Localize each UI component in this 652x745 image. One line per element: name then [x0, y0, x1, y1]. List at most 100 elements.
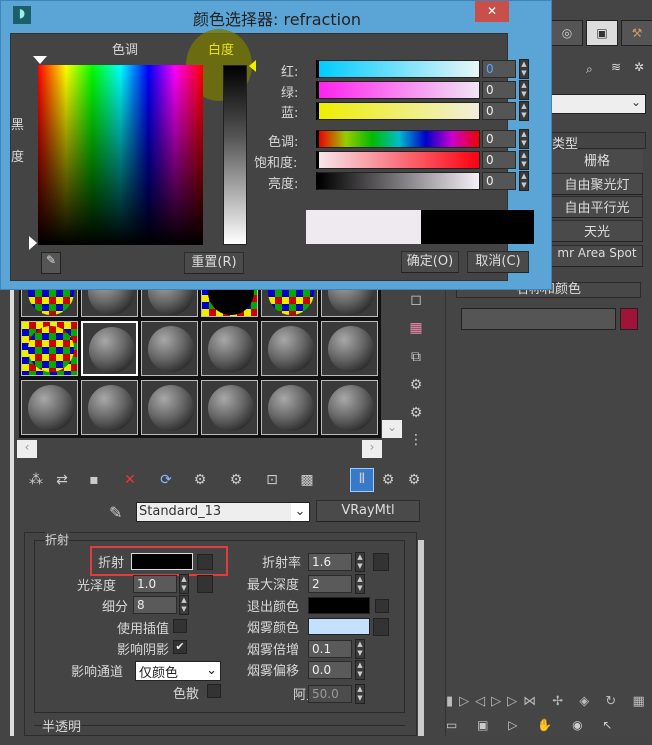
rollout-type[interactable]: 类型 [551, 132, 646, 152]
sample-slot[interactable] [261, 321, 318, 376]
affect-channels-dropdown[interactable]: 仅颜色 ⌄ [135, 661, 221, 681]
saturation-input[interactable]: 0 [482, 151, 516, 169]
free-spot-button[interactable]: 自由聚光灯 [551, 173, 643, 195]
sample-slot[interactable] [21, 321, 78, 376]
get-material-icon[interactable]: ⁂ [26, 470, 46, 490]
object-color-swatch[interactable] [620, 308, 638, 330]
blue-spinner[interactable]: ▲ ▼ [519, 101, 529, 121]
tab-utilities[interactable]: ⚒ [621, 20, 652, 46]
brightness-input[interactable]: 0 [482, 172, 516, 190]
material-type-button[interactable]: VRayMtl [316, 500, 420, 522]
make-copy-icon[interactable]: ⟳ [156, 470, 176, 490]
saturation-spinner[interactable]: ▲ ▼ [519, 150, 529, 170]
sample-slot[interactable] [141, 380, 198, 435]
scroll-left-button[interactable]: ‹ [17, 440, 37, 458]
hue-marker[interactable] [33, 56, 47, 64]
skylight-button[interactable]: 天光 [551, 220, 643, 242]
sample-slot[interactable] [321, 321, 378, 376]
object-name-input[interactable] [461, 308, 616, 330]
blackness-marker[interactable] [29, 236, 37, 250]
chevron-down-icon[interactable]: ⌄ [291, 503, 309, 521]
exit-color-swatch[interactable] [308, 597, 370, 614]
material-navigator-icon[interactable]: ⋮ [406, 430, 426, 450]
video-check-icon[interactable]: ⧉ [406, 347, 426, 367]
ior-input[interactable]: 1.6 [308, 553, 352, 571]
red-input[interactable]: 0 [482, 60, 516, 78]
background-icon[interactable]: ▦ [406, 318, 426, 338]
whiteness-bar[interactable] [223, 65, 247, 245]
material-name-input[interactable]: Standard_13 ⌄ [136, 502, 310, 522]
reset-button[interactable]: 重置(R) [184, 252, 244, 274]
green-slider[interactable] [316, 81, 480, 99]
glossiness-input[interactable]: 1.0 [133, 575, 177, 593]
abbe-input[interactable]: 50.0 [308, 685, 352, 703]
sample-slot[interactable] [201, 321, 258, 376]
hue-blackness-field[interactable] [38, 65, 203, 245]
cancel-button[interactable]: 取消(C) [467, 251, 529, 273]
put-to-scene-icon[interactable]: ⇄ [52, 470, 72, 490]
sample-slot[interactable] [141, 321, 198, 376]
ok-button[interactable]: 确定(O) [401, 251, 459, 273]
sample-type-icon[interactable]: ◻ [406, 290, 426, 310]
sample-slot[interactable] [201, 380, 258, 435]
use-interp-checkbox[interactable] [173, 619, 187, 633]
animation-controls[interactable]: ▮▷◁▷▷⋈ ✢ ◈ ↻ ▦ [446, 694, 652, 716]
sample-slot[interactable] [321, 380, 378, 435]
close-button[interactable]: ✕ [475, 1, 509, 22]
max-depth-input[interactable]: 2 [308, 575, 352, 593]
fog-mult-input[interactable]: 0.1 [308, 640, 352, 658]
show-map-icon[interactable]: ▩ [297, 470, 317, 490]
affect-shadows-checkbox[interactable]: ✔ [173, 640, 187, 654]
fog-bias-spinner[interactable]: ▲ ▼ [355, 660, 365, 680]
systems-icon[interactable]: ✲ [634, 60, 644, 74]
brightness-slider[interactable] [316, 172, 480, 190]
fog-color-swatch[interactable] [308, 618, 370, 635]
red-slider[interactable] [316, 60, 480, 78]
go-to-parent-icon[interactable]: ⚙ [378, 470, 398, 490]
hue-spinner[interactable]: ▲ ▼ [519, 129, 529, 149]
spacewarps-icon[interactable]: ≋ [611, 60, 621, 74]
select-by-material-icon[interactable]: ⚙ [406, 403, 426, 423]
scroll-right-button[interactable]: › [362, 440, 382, 458]
fog-color-map-button[interactable] [373, 618, 389, 636]
scroll-down-button[interactable]: ⌄ [382, 420, 402, 438]
sample-slot[interactable] [21, 380, 78, 435]
refraction-map-button[interactable] [197, 554, 213, 570]
grid-button[interactable]: 栅格 [551, 150, 643, 172]
hue-slider[interactable] [316, 130, 480, 148]
subdivs-input[interactable]: 8 [133, 596, 177, 614]
mr-area-spot-button[interactable]: mr Area Spot [551, 245, 643, 267]
assign-material-icon[interactable]: ▪ [84, 470, 104, 490]
fog-bias-input[interactable]: 0.0 [308, 661, 352, 679]
ior-spinner[interactable]: ▲ ▼ [355, 552, 365, 572]
tab-display[interactable]: ▣ [586, 20, 618, 46]
glossiness-map-button[interactable] [197, 575, 213, 593]
rollout-scrollbar[interactable] [418, 540, 424, 736]
material-id-icon[interactable]: ⊡ [262, 470, 282, 490]
pick-material-icon[interactable]: ✎ [109, 503, 122, 522]
delete-icon[interactable]: ✕ [120, 470, 140, 490]
green-spinner[interactable]: ▲ ▼ [519, 80, 529, 100]
nav-controls[interactable]: ▭ ▣ ▷ ✋ ◉ ↖ [446, 718, 652, 736]
sample-slot-selected[interactable] [81, 321, 138, 376]
refraction-color-swatch[interactable] [131, 553, 193, 570]
go-forward-icon[interactable]: ⚙ [404, 470, 424, 490]
saturation-slider[interactable] [316, 151, 480, 169]
show-end-result-icon[interactable]: Ⅱ [350, 468, 374, 492]
category-dropdown[interactable]: ⌄ [551, 94, 646, 114]
glossiness-spinner[interactable]: ▲ ▼ [179, 574, 189, 594]
subdivs-spinner[interactable]: ▲ ▼ [179, 595, 189, 615]
eyedropper-button[interactable]: ✎ [41, 252, 61, 274]
ior-map-button[interactable] [373, 553, 389, 571]
blue-input[interactable]: 0 [482, 102, 516, 120]
make-unique-icon[interactable]: ⚙ [190, 470, 210, 490]
red-spinner[interactable]: ▲ ▼ [519, 59, 529, 79]
tab-hierarchy[interactable]: ◎ [551, 20, 583, 46]
abbe-spinner[interactable]: ▲ ▼ [355, 684, 365, 704]
brightness-spinner[interactable]: ▲ ▼ [519, 171, 529, 191]
max-depth-spinner[interactable]: ▲ ▼ [355, 574, 365, 594]
make-preview-icon[interactable]: ⚙ [406, 375, 426, 395]
exit-color-checkbox[interactable] [375, 599, 389, 613]
put-to-library-icon[interactable]: ⚙ [226, 470, 246, 490]
fog-mult-spinner[interactable]: ▲ ▼ [355, 639, 365, 659]
